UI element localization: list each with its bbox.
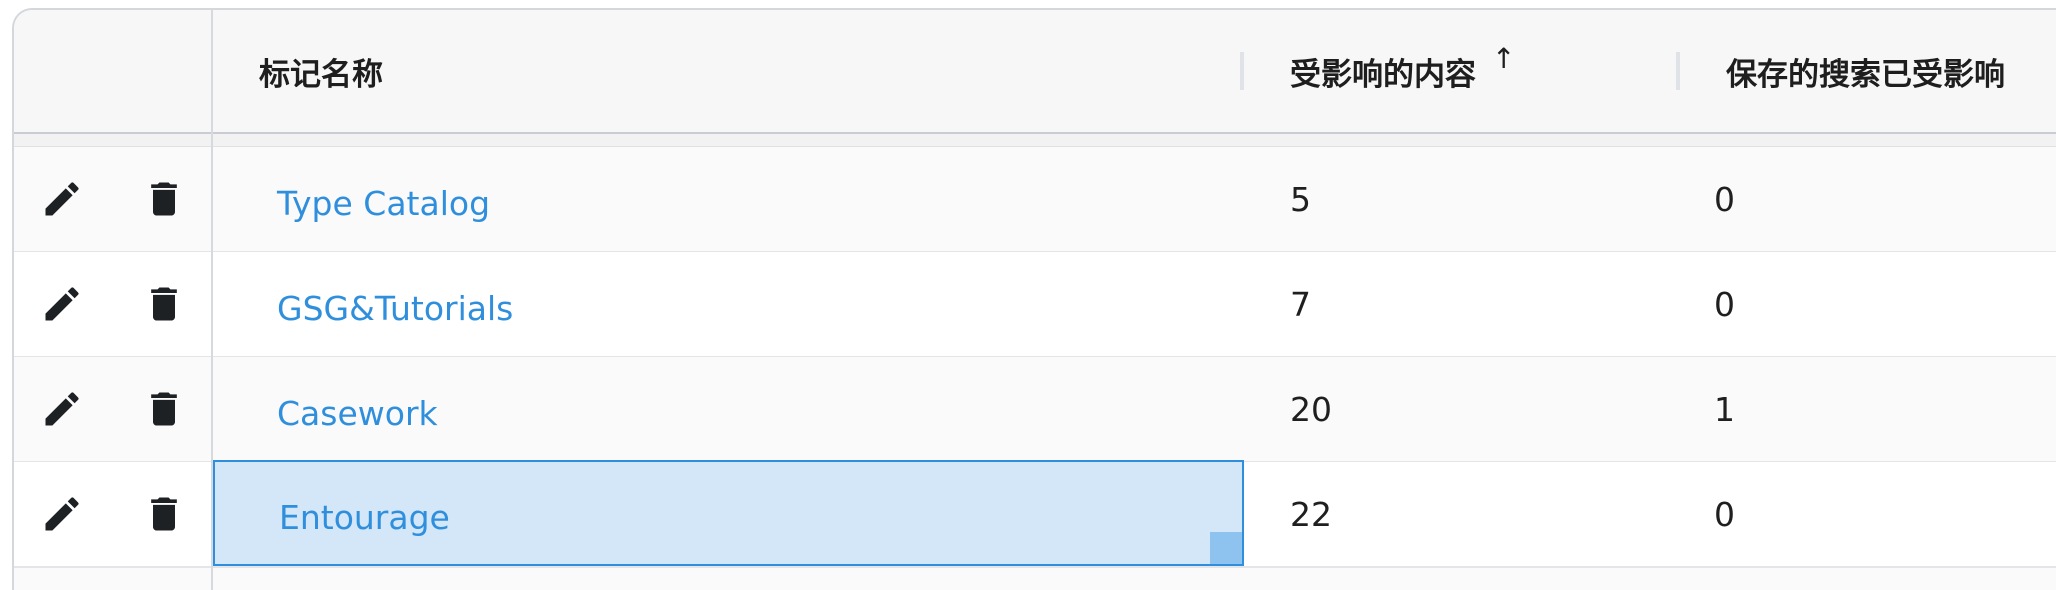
delete-button[interactable] — [140, 175, 188, 223]
saved-search-cell: 1 — [1714, 389, 1735, 429]
trash-icon — [151, 497, 177, 531]
edit-button[interactable] — [38, 280, 86, 328]
edit-button[interactable] — [38, 385, 86, 433]
affected-content-cell: 22 — [1290, 494, 1332, 534]
column-header-affected-content[interactable]: 受影响的内容 ↑ — [1244, 10, 1680, 132]
tag-name-link[interactable]: Casework — [277, 394, 438, 433]
table-row: GSG&Tutorials 7 0 — [14, 252, 2056, 358]
saved-search-cell: 0 — [1714, 179, 1735, 219]
tag-name-link[interactable]: Entourage — [279, 498, 450, 537]
pencil-icon — [45, 287, 79, 321]
tag-name-cell-selected[interactable]: Entourage — [213, 460, 1244, 566]
affected-content-cell: 7 — [1290, 284, 1311, 324]
table-row: Type Catalog 5 0 — [14, 147, 2056, 253]
edit-button[interactable] — [38, 175, 86, 223]
tag-name-link[interactable]: Type Catalog — [277, 184, 490, 223]
pencil-icon — [45, 182, 79, 216]
pinned-column-divider — [211, 10, 213, 590]
column-header-affected-content-label: 受影响的内容 — [1290, 56, 1476, 93]
delete-button[interactable] — [140, 490, 188, 538]
column-header-saved-search-label: 保存的搜索已受影响 — [1726, 56, 2005, 93]
affected-content-cell: 20 — [1290, 389, 1332, 429]
grid-header: 标记名称 受影响的内容 ↑ 保存的搜索已受影响 — [14, 10, 2056, 134]
column-header-saved-search[interactable]: 保存的搜索已受影响 — [1680, 10, 2056, 132]
column-header-tag-name-label: 标记名称 — [259, 56, 383, 93]
pencil-icon — [45, 497, 79, 531]
column-header-tag-name[interactable]: 标记名称 — [213, 10, 1244, 132]
saved-search-cell: 0 — [1714, 494, 1735, 534]
selection-fill-handle[interactable] — [1210, 532, 1242, 564]
trash-icon — [151, 287, 177, 321]
trash-icon — [151, 182, 177, 216]
tag-name-cell[interactable]: Type Catalog — [213, 147, 1244, 251]
header-spacer — [14, 134, 2056, 147]
tag-name-cell[interactable]: GSG&Tutorials — [213, 252, 1244, 356]
sort-ascending-icon[interactable]: ↑ — [1492, 42, 1515, 75]
tags-data-grid: 标记名称 受影响的内容 ↑ 保存的搜索已受影响 Type Catalog 5 0 — [12, 8, 2056, 590]
delete-button[interactable] — [140, 280, 188, 328]
trash-icon — [151, 392, 177, 426]
table-row: Casework 20 1 — [14, 357, 2056, 463]
pencil-icon — [45, 392, 79, 426]
saved-search-cell: 0 — [1714, 284, 1735, 324]
affected-content-cell: 5 — [1290, 179, 1311, 219]
tag-name-cell[interactable]: Casework — [213, 357, 1244, 461]
header-actions-cell — [14, 10, 211, 132]
table-row: Entourage 22 0 — [14, 460, 2056, 568]
delete-button[interactable] — [140, 385, 188, 433]
edit-button[interactable] — [38, 490, 86, 538]
tag-name-link[interactable]: GSG&Tutorials — [277, 289, 513, 328]
